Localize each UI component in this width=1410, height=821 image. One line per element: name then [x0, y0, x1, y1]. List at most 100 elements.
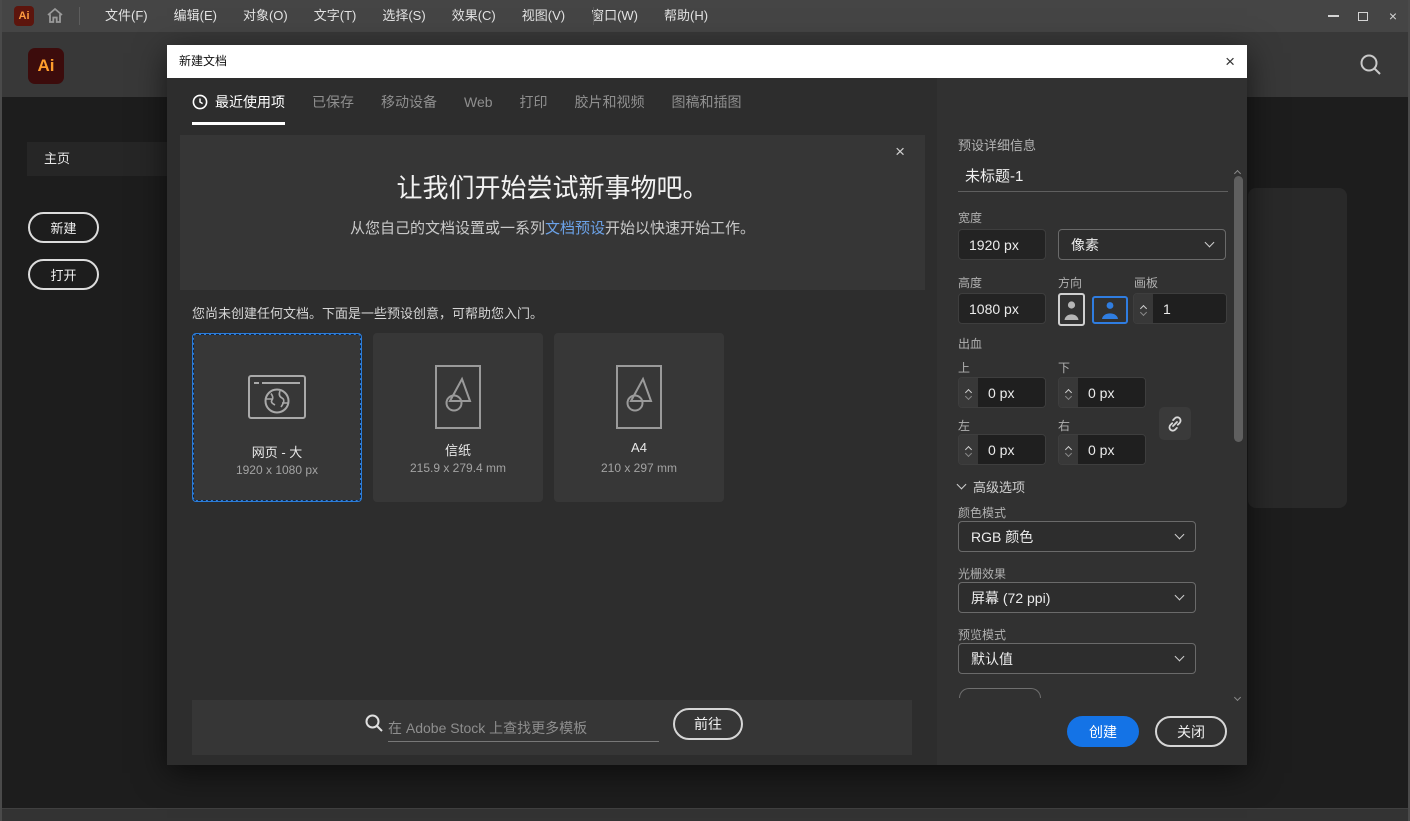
menu-object[interactable]: 对象(O) [230, 0, 301, 32]
bleed-right-stepper[interactable] [1059, 435, 1078, 464]
clock-icon [192, 94, 208, 110]
preset-card-letter[interactable]: 信纸 215.9 x 279.4 mm [373, 333, 543, 502]
height-label: 高度 [958, 274, 982, 291]
minimize-button[interactable] [1318, 0, 1348, 32]
panel-scrollbar[interactable] [1233, 163, 1245, 697]
menu-file[interactable]: 文件(F) [92, 0, 161, 32]
new-document-button[interactable]: 新建 [28, 212, 99, 243]
color-mode-label: 颜色模式 [958, 504, 1006, 521]
menu-window[interactable]: 窗口(W) [578, 0, 651, 32]
unit-select[interactable]: 像素 [1058, 229, 1226, 260]
stock-search-icon [364, 713, 384, 733]
maximize-icon [1358, 12, 1368, 21]
document-presets-link[interactable]: 文档预设 [545, 220, 605, 237]
preset-name: A4 [554, 440, 724, 455]
status-bar [2, 808, 1410, 821]
dialog-title: 新建文档 [179, 45, 227, 78]
more-settings-button-partial[interactable] [959, 688, 1041, 698]
color-mode-select[interactable]: RGB 颜色 [958, 521, 1196, 552]
stepper-down-icon [1065, 393, 1072, 400]
bleed-top-input[interactable] [978, 378, 1045, 407]
banner-title: 让我们开始尝试新事物吧。 [180, 168, 925, 205]
preset-details-panel: 预设详细信息 宽度 像素 高度 方向 画板 [937, 78, 1247, 765]
home-icon[interactable] [46, 7, 64, 24]
panel-header: 预设详细信息 [958, 135, 1036, 154]
chevron-down-icon [957, 480, 967, 490]
stock-search-input[interactable] [388, 714, 659, 742]
stepper-down-icon [1140, 309, 1147, 316]
raster-effects-label: 光栅效果 [958, 565, 1006, 582]
bleed-right-label: 右 [1058, 417, 1070, 434]
close-window-button[interactable]: × [1378, 0, 1408, 32]
menu-effect[interactable]: 效果(C) [439, 0, 509, 32]
orientation-landscape-button[interactable] [1092, 296, 1128, 324]
close-dialog-button[interactable]: 关闭 [1155, 716, 1227, 747]
dialog-close-icon[interactable]: × [1225, 45, 1235, 78]
bleed-left-field [958, 434, 1046, 465]
menu-help[interactable]: 帮助(H) [651, 0, 721, 32]
chevron-down-icon [1175, 530, 1185, 540]
preview-mode-select[interactable]: 默认值 [958, 643, 1196, 674]
preset-card-a4[interactable]: A4 210 x 297 mm [554, 333, 724, 502]
bleed-top-label: 上 [958, 359, 970, 376]
minimize-icon [1328, 15, 1339, 17]
create-button[interactable]: 创建 [1067, 716, 1139, 747]
menubar-divider-right [593, 7, 594, 25]
dialog-main: 最近使用项 已保存 移动设备 Web 打印 胶片和视频 图稿和插图 × 让我们开… [167, 78, 937, 765]
menu-select[interactable]: 选择(S) [369, 0, 438, 32]
web-preset-icon [194, 375, 360, 419]
artboards-field [1133, 293, 1227, 324]
chevron-down-icon [1175, 591, 1185, 601]
app-icon: Ai [14, 6, 34, 26]
height-input[interactable] [958, 293, 1046, 324]
sidebar-item-home[interactable]: 主页 [27, 142, 167, 176]
tab-art-illustration[interactable]: 图稿和插图 [672, 78, 742, 125]
tab-print[interactable]: 打印 [520, 78, 548, 125]
document-name-input[interactable] [958, 160, 1228, 192]
bleed-left-input[interactable] [978, 435, 1045, 464]
menu-type[interactable]: 文字(T) [301, 0, 370, 32]
new-document-dialog: 新建文档 × 最近使用项 已保存 移动设备 Web 打印 胶片和视频 图稿和插图 [167, 45, 1247, 765]
search-icon[interactable] [1358, 52, 1384, 78]
bleed-label: 出血 [958, 335, 982, 352]
tab-mobile[interactable]: 移动设备 [381, 78, 437, 125]
go-button[interactable]: 前往 [673, 708, 743, 740]
bleed-left-stepper[interactable] [959, 435, 978, 464]
artboards-input[interactable] [1153, 294, 1226, 323]
bleed-top-stepper[interactable] [959, 378, 978, 407]
preview-mode-label: 预览模式 [958, 626, 1006, 643]
width-input[interactable] [958, 229, 1046, 260]
maximize-button[interactable] [1348, 0, 1378, 32]
preset-size: 1920 x 1080 px [194, 463, 360, 477]
preset-size: 210 x 297 mm [554, 461, 724, 475]
open-button[interactable]: 打开 [28, 259, 99, 290]
scrollbar-thumb[interactable] [1234, 176, 1243, 442]
banner-subtitle: 从您自己的文档设置或一系列文档预设开始以快速开始工作。 [180, 217, 925, 238]
bleed-right-field [1058, 434, 1146, 465]
tab-recent[interactable]: 最近使用项 [192, 78, 285, 125]
artboards-stepper[interactable] [1134, 294, 1153, 323]
color-mode-value: RGB 颜色 [971, 527, 1176, 547]
banner-close-icon[interactable]: × [895, 142, 905, 162]
bleed-link-button[interactable] [1159, 407, 1191, 440]
link-icon [1166, 415, 1184, 433]
illustrator-logo: Ai [28, 48, 64, 84]
advanced-options-toggle[interactable]: 高级选项 [958, 477, 1025, 496]
preset-size: 215.9 x 279.4 mm [373, 461, 543, 475]
tab-web[interactable]: Web [464, 78, 493, 125]
background-card [1248, 188, 1347, 508]
bleed-right-input[interactable] [1078, 435, 1145, 464]
menu-view[interactable]: 视图(V) [509, 0, 578, 32]
preset-card-web-large[interactable]: 网页 - 大 1920 x 1080 px [192, 333, 362, 502]
menu-edit[interactable]: 编辑(E) [161, 0, 230, 32]
tab-saved[interactable]: 已保存 [312, 78, 354, 125]
bleed-bottom-stepper[interactable] [1059, 378, 1078, 407]
raster-effects-select[interactable]: 屏幕 (72 ppi) [958, 582, 1196, 613]
a4-preset-icon [554, 365, 724, 429]
scroll-down-icon[interactable] [1234, 694, 1241, 701]
tab-film-video[interactable]: 胶片和视频 [575, 78, 645, 125]
menu-bar: Ai 文件(F) 编辑(E) 对象(O) 文字(T) 选择(S) 效果(C) 视… [2, 0, 1410, 32]
empty-state-hint: 您尚未创建任何文档。下面是一些预设创意，可帮助您入门。 [192, 303, 543, 322]
bleed-bottom-input[interactable] [1078, 378, 1145, 407]
orientation-portrait-button[interactable] [1058, 293, 1085, 326]
